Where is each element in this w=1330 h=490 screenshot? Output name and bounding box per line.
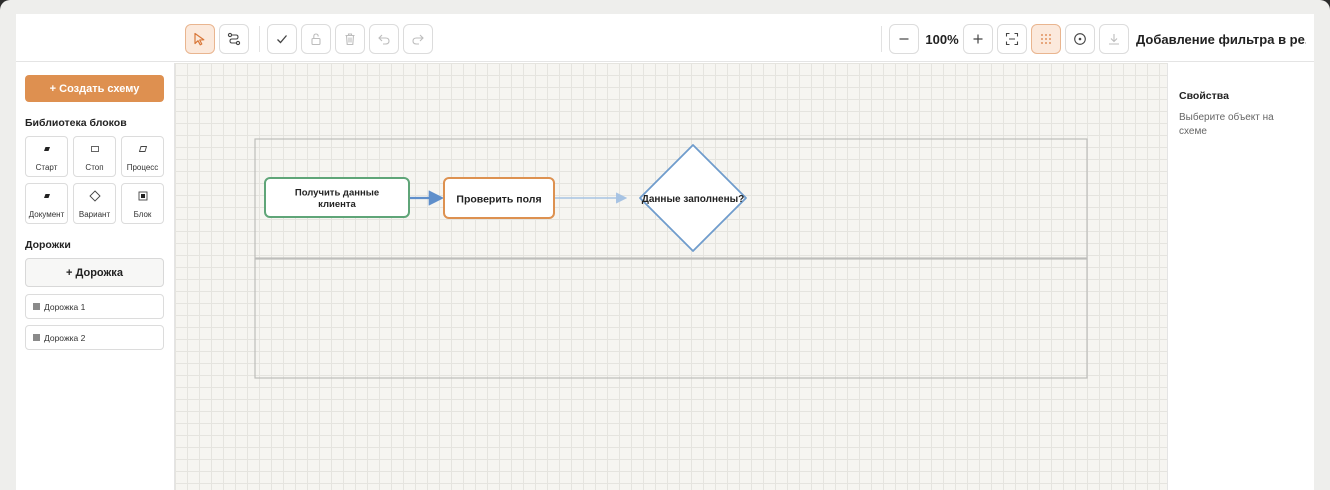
- trash-icon: [345, 33, 355, 46]
- node-label: Получить данные: [295, 188, 379, 199]
- cursor-icon: [194, 32, 205, 46]
- properties-hint: Выберите объект на схеме: [1179, 112, 1274, 137]
- start-shape-icon: [26, 143, 67, 155]
- diamond-shape-icon: [74, 190, 115, 202]
- process-shape-icon: [122, 143, 163, 155]
- block-label: Вариант: [78, 210, 111, 219]
- plus-icon: [973, 34, 983, 44]
- create-diagram-button[interactable]: + Создать схему: [25, 75, 164, 102]
- app-window: 100% Добавление фильтра в ре... + Создат…: [0, 0, 1330, 490]
- toolbar-separator: [259, 26, 260, 52]
- zoom-in-button[interactable]: [963, 24, 993, 54]
- toolbar: 100% Добавление фильтра в ре...: [16, 14, 1314, 62]
- node-label: Проверить поля: [456, 194, 541, 206]
- export-button[interactable]: [1099, 24, 1129, 54]
- toolbar-separator: [881, 26, 882, 52]
- document-shape-icon: [26, 190, 67, 202]
- connect-tool-button[interactable]: [219, 24, 249, 54]
- zoom-level: 100%: [925, 31, 959, 47]
- left-sidebar: + Создать схему Библиотека блоков Старт …: [16, 63, 175, 490]
- redo-icon: [412, 34, 424, 45]
- add-lane-button[interactable]: + Дорожка: [25, 258, 164, 287]
- lane-item-2[interactable]: Дорожка 2: [25, 325, 164, 350]
- target-icon: [1074, 33, 1086, 45]
- diagram-canvas[interactable]: Получить данные клиента Проверить поля Д…: [175, 63, 1167, 490]
- stop-shape-icon: [74, 143, 115, 155]
- lane-item-1[interactable]: Дорожка 1: [25, 294, 164, 319]
- undo-button[interactable]: [369, 24, 399, 54]
- block-label: Старт: [35, 163, 58, 172]
- lock-button[interactable]: [301, 24, 331, 54]
- center-view-button[interactable]: [1065, 24, 1095, 54]
- download-icon: [1109, 34, 1119, 45]
- diagram-editor: 100% Добавление фильтра в ре... + Создат…: [16, 14, 1314, 490]
- fit-screen-icon: [1005, 32, 1019, 46]
- connector-icon: [227, 32, 241, 46]
- block-shape-icon: [122, 190, 163, 202]
- lock-icon: [311, 33, 321, 46]
- block-process[interactable]: Процесс: [121, 136, 164, 177]
- check-icon: [277, 35, 287, 44]
- block-variant[interactable]: Вариант: [73, 183, 116, 224]
- lanes-title: Дорожки: [25, 239, 71, 251]
- node-label: клиента: [318, 199, 356, 210]
- node-label: Данные заполнены?: [642, 194, 745, 205]
- check-button[interactable]: [267, 24, 297, 54]
- redo-button[interactable]: [403, 24, 433, 54]
- zoom-out-button[interactable]: [889, 24, 919, 54]
- grid-toggle-button[interactable]: [1031, 24, 1061, 54]
- minus-icon: [899, 38, 909, 40]
- properties-title: Свойства: [1179, 90, 1229, 102]
- block-start[interactable]: Старт: [25, 136, 68, 177]
- properties-panel: Свойства Выберите объект на схеме: [1167, 63, 1314, 490]
- block-stop[interactable]: Стоп: [73, 136, 116, 177]
- block-library-title: Библиотека блоков: [25, 117, 127, 129]
- undo-icon: [378, 34, 390, 45]
- block-block[interactable]: Блок: [121, 183, 164, 224]
- diagram-svg[interactable]: Получить данные клиента Проверить поля Д…: [175, 63, 1167, 490]
- block-document[interactable]: Документ: [25, 183, 68, 224]
- lane-swatch-icon: [33, 303, 40, 310]
- lane-label: Дорожка 2: [44, 332, 86, 343]
- block-label: Процесс: [126, 163, 159, 172]
- document-title[interactable]: Добавление фильтра в ре...: [1136, 24, 1306, 54]
- block-label: Стоп: [85, 163, 104, 172]
- fit-screen-button[interactable]: [997, 24, 1027, 54]
- block-label: Документ: [28, 210, 65, 219]
- lane-swatch-icon: [33, 334, 40, 341]
- swimlane-2[interactable]: [254, 258, 1088, 379]
- delete-button[interactable]: [335, 24, 365, 54]
- select-tool-button[interactable]: [185, 24, 215, 54]
- block-label: Блок: [133, 210, 152, 219]
- grid-dots-icon: [1041, 34, 1051, 44]
- lane-label: Дорожка 1: [44, 301, 86, 312]
